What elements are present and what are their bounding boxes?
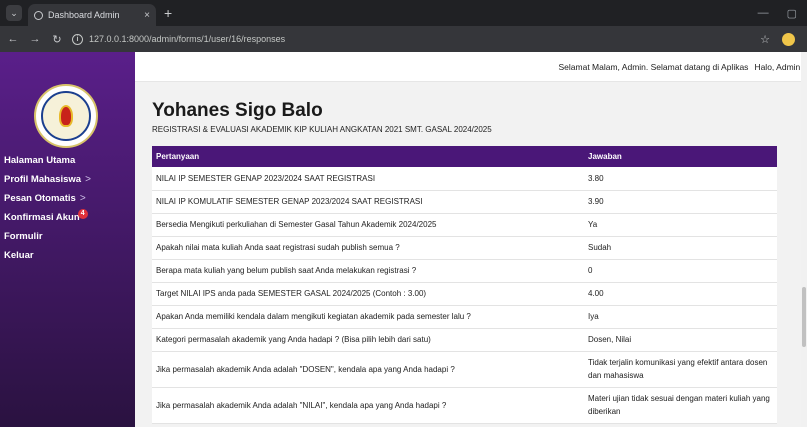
table-row: Jika permasalah akademik Anda adalah "NI… — [152, 387, 777, 424]
university-logo — [34, 84, 98, 148]
answer-cell: 3.90 — [584, 190, 777, 214]
site-info-icon[interactable]: i — [72, 33, 83, 45]
sidebar-item-label: Konfirmasi Akun — [4, 212, 80, 223]
table-row: Bersedia Mengikuti perkuliahan di Semest… — [152, 213, 777, 237]
table-row: Apakah nilai mata kuliah Anda saat regis… — [152, 236, 777, 260]
answer-cell: Sudah — [584, 236, 777, 260]
sidebar-item-label: Keluar — [4, 250, 34, 261]
answer-cell: Ya — [584, 213, 777, 237]
address-bar[interactable]: i 127.0.0.1:8000/admin/forms/1/user/16/r… — [72, 29, 760, 49]
responses-table: Pertanyaan Jawaban NILAI IP SEMESTER GEN… — [152, 146, 777, 424]
sidebar-menu: Halaman Utama Profil Mahasiswa > Pesan O… — [4, 151, 134, 265]
table-row: Berapa mata kuliah yang belum publish sa… — [152, 259, 777, 283]
question-cell: Jika permasalah akademik Anda adalah "NI… — [152, 387, 584, 424]
sidebar-item-konfirmasi-akun[interactable]: Konfirmasi Akun 4 — [4, 208, 134, 227]
logo-emblem — [41, 91, 91, 141]
tab-search-icon[interactable]: ⌄ — [6, 5, 22, 21]
sidebar: Halaman Utama Profil Mahasiswa > Pesan O… — [0, 52, 135, 427]
browser-tab[interactable]: Dashboard Admin × — [28, 4, 156, 26]
profile-avatar-icon[interactable] — [782, 32, 795, 46]
sidebar-item-label: Formulir — [4, 231, 43, 242]
forward-icon[interactable]: → — [26, 33, 44, 45]
table-row: NILAI IP SEMESTER GENAP 2023/2024 SAAT R… — [152, 167, 777, 191]
question-cell: Berapa mata kuliah yang belum publish sa… — [152, 259, 584, 283]
table-row: Target NILAI IPS anda pada SEMESTER GASA… — [152, 282, 777, 306]
sidebar-item-halaman-utama[interactable]: Halaman Utama — [4, 151, 134, 170]
answer-cell: Dosen, Nilai — [584, 328, 777, 352]
sidebar-item-label: Halaman Utama — [4, 155, 76, 166]
table-row: NILAI IP KOMULATIF SEMESTER GENAP 2023/2… — [152, 190, 777, 214]
maximize-icon[interactable]: ▢ — [787, 7, 797, 20]
sidebar-item-label: Profil Mahasiswa — [4, 174, 82, 185]
sidebar-item-pesan-otomatis[interactable]: Pesan Otomatis > — [4, 189, 134, 208]
question-cell: NILAI IP KOMULATIF SEMESTER GENAP 2023/2… — [152, 190, 584, 214]
new-tab-icon[interactable]: + — [164, 5, 172, 21]
answer-cell: Iya — [584, 305, 777, 329]
tab-title: Dashboard Admin — [48, 10, 120, 20]
question-cell: Apakan Anda memiliki kendala dalam mengi… — [152, 305, 584, 329]
answer-cell: 0 — [584, 259, 777, 283]
answer-cell: Materi ujian tidak sesuai dengan materi … — [584, 387, 777, 424]
column-header-answer: Jawaban — [588, 152, 622, 161]
chevron-right-icon: > — [85, 174, 91, 185]
page-title: Yohanes Sigo Balo — [152, 100, 323, 121]
table-row: Apakan Anda memiliki kendala dalam mengi… — [152, 305, 777, 329]
question-cell: Apakah nilai mata kuliah Anda saat regis… — [152, 236, 584, 260]
sidebar-item-formulir[interactable]: Formulir — [4, 227, 134, 246]
back-icon[interactable]: ← — [4, 33, 22, 45]
question-cell: Target NILAI IPS anda pada SEMESTER GASA… — [152, 282, 584, 306]
browser-toolbar: ← → ↻ i 127.0.0.1:8000/admin/forms/1/use… — [0, 26, 807, 52]
question-cell: Bersedia Mengikuti perkuliahan di Semest… — [152, 213, 584, 237]
user-greeting[interactable]: Halo, Admin ! — [754, 62, 805, 72]
sidebar-item-profil-mahasiswa[interactable]: Profil Mahasiswa > — [4, 170, 134, 189]
greeting-text: Selamat Malam, Admin. Selamat datang di … — [558, 61, 749, 72]
question-cell: Kategori permasalah akademik yang Anda h… — [152, 328, 584, 352]
browser-tab-bar: ⌄ Dashboard Admin × + — ▢ — [0, 0, 807, 26]
answer-cell: 3.80 — [584, 167, 777, 191]
form-title: REGISTRASI & EVALUASI AKADEMIK KIP KULIA… — [152, 125, 492, 134]
tab-close-icon[interactable]: × — [144, 10, 150, 21]
globe-icon — [34, 10, 43, 20]
answer-cell: Tidak terjalin komunikasi yang efektif a… — [584, 351, 777, 388]
table-row: Jika permasalah akademik Anda adalah "DO… — [152, 351, 777, 388]
main-content: Selamat Malam, Admin. Selamat datang di … — [135, 52, 807, 427]
chevron-right-icon: > — [79, 193, 86, 204]
sidebar-item-label: Pesan Otomatis — [4, 193, 76, 204]
minimize-icon[interactable]: — — [758, 7, 769, 20]
window-controls: — ▢ — [758, 7, 807, 20]
bookmark-star-icon[interactable]: ☆ — [760, 33, 770, 46]
sidebar-item-keluar[interactable]: Keluar — [4, 246, 134, 265]
notification-badge: 4 — [77, 208, 88, 219]
table-row: Kategori permasalah akademik yang Anda h… — [152, 328, 777, 352]
url-text: 127.0.0.1:8000/admin/forms/1/user/16/res… — [89, 34, 286, 44]
column-header-question: Pertanyaan — [156, 152, 200, 161]
table-header-row: Pertanyaan Jawaban — [152, 146, 777, 167]
page-scrollbar[interactable] — [801, 52, 807, 427]
responses-panel: Yohanes Sigo Balo REGISTRASI & EVALUASI … — [152, 100, 777, 424]
scrollbar-thumb[interactable] — [802, 287, 806, 347]
top-bar: Selamat Malam, Admin. Selamat datang di … — [135, 52, 807, 82]
torch-icon — [59, 105, 73, 127]
question-cell: NILAI IP SEMESTER GENAP 2023/2024 SAAT R… — [152, 167, 584, 191]
answer-cell: 4.00 — [584, 282, 777, 306]
reload-icon[interactable]: ↻ — [48, 33, 66, 46]
question-cell: Jika permasalah akademik Anda adalah "DO… — [152, 351, 584, 388]
